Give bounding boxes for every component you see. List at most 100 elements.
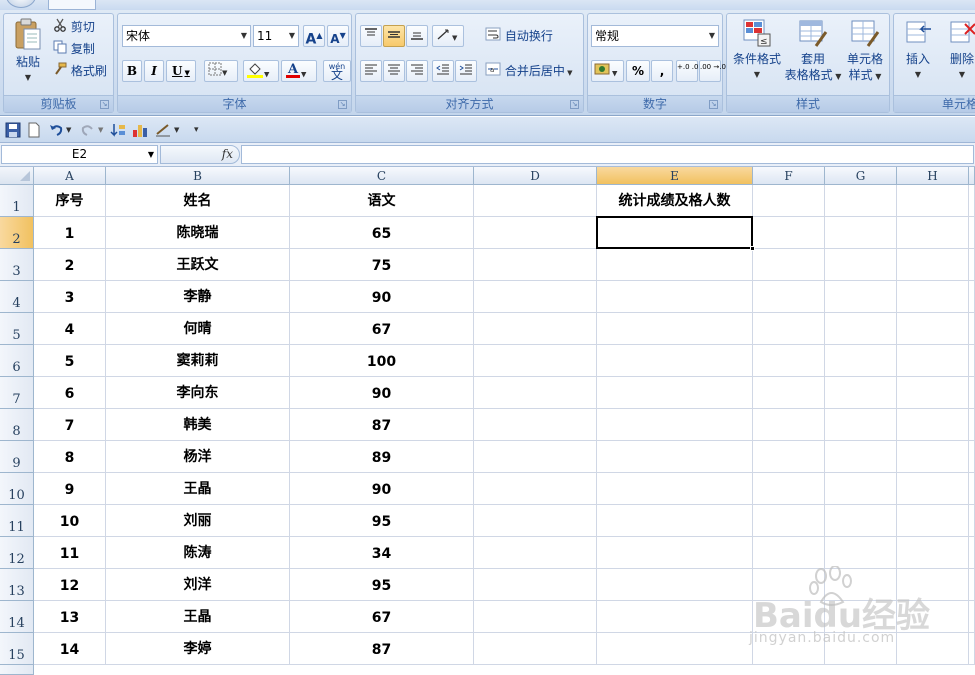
bold-button[interactable]: B	[122, 60, 142, 82]
formula-input[interactable]	[241, 145, 974, 164]
fill-color-dropdown-icon[interactable]: ▼	[264, 71, 269, 79]
cell-filler[interactable]	[969, 601, 975, 633]
align-top-button[interactable]	[360, 25, 382, 47]
cell-filler[interactable]	[969, 377, 975, 409]
cell-f2[interactable]	[753, 217, 825, 249]
cell-e12[interactable]	[597, 537, 753, 569]
decrease-decimal-button[interactable]: .00 →.0	[699, 60, 726, 82]
cell-c10[interactable]: 90	[290, 473, 474, 505]
cell-filler[interactable]	[969, 409, 975, 441]
cell-h14[interactable]	[897, 601, 969, 633]
cell-b4[interactable]: 李静	[106, 281, 290, 313]
cell-g10[interactable]	[825, 473, 897, 505]
cell-h8[interactable]	[897, 409, 969, 441]
row-header-6[interactable]: 6	[0, 345, 34, 377]
cell-h7[interactable]	[897, 377, 969, 409]
comma-button[interactable]: ,	[651, 60, 673, 82]
cell-g2[interactable]	[825, 217, 897, 249]
row-header-13[interactable]: 13	[0, 569, 34, 601]
row-header-3[interactable]: 3	[0, 249, 34, 281]
cell-b14[interactable]: 王晶	[106, 601, 290, 633]
align-bottom-button[interactable]	[406, 25, 428, 47]
row-header-10[interactable]: 10	[0, 473, 34, 505]
cell-a10[interactable]: 9	[34, 473, 106, 505]
row-header-12[interactable]: 12	[0, 537, 34, 569]
number-format-select[interactable]: 常规 ▼	[591, 25, 719, 47]
align-middle-button[interactable]	[383, 25, 405, 47]
cell-a7[interactable]: 6	[34, 377, 106, 409]
cell-e7[interactable]	[597, 377, 753, 409]
select-all-corner[interactable]	[0, 167, 34, 185]
cell-d14[interactable]	[474, 601, 597, 633]
cell-a12[interactable]: 11	[34, 537, 106, 569]
cell-c14[interactable]: 67	[290, 601, 474, 633]
cell-filler[interactable]	[969, 313, 975, 345]
merge-dropdown-icon[interactable]: ▼	[565, 69, 572, 77]
cell-f15[interactable]	[753, 633, 825, 665]
increase-indent-button[interactable]	[455, 60, 477, 82]
cell-h3[interactable]	[897, 249, 969, 281]
cell-a11[interactable]: 10	[34, 505, 106, 537]
cell-g3[interactable]	[825, 249, 897, 281]
cell-f8[interactable]	[753, 409, 825, 441]
cell-b7[interactable]: 李向东	[106, 377, 290, 409]
column-header-b[interactable]: B	[106, 167, 290, 185]
cell-h15[interactable]	[897, 633, 969, 665]
cell-g13[interactable]	[825, 569, 897, 601]
paste-button[interactable]: 粘贴 ▼	[8, 18, 48, 86]
cell-f9[interactable]	[753, 441, 825, 473]
cell-a8[interactable]: 7	[34, 409, 106, 441]
font-size-dropdown-icon[interactable]: ▼	[289, 26, 295, 46]
cell-h9[interactable]	[897, 441, 969, 473]
row-header-1[interactable]: 1	[0, 185, 34, 217]
customize-toolbar-icon[interactable]: ▾	[194, 122, 210, 138]
font-name-dropdown-icon[interactable]: ▼	[241, 26, 247, 46]
row-header-2[interactable]: 2	[0, 217, 34, 249]
font-size-select[interactable]: 11 ▼	[253, 25, 299, 47]
cell-b15[interactable]: 李婷	[106, 633, 290, 665]
cell-e1[interactable]: 统计成绩及格人数	[597, 185, 753, 217]
decrease-indent-button[interactable]	[432, 60, 454, 82]
orientation-button[interactable]: ▼	[432, 25, 464, 47]
currency-button[interactable]: ▼	[591, 60, 624, 82]
cell-h10[interactable]	[897, 473, 969, 505]
column-header-f[interactable]: F	[753, 167, 825, 185]
cell-d15[interactable]	[474, 633, 597, 665]
cell-a13[interactable]: 12	[34, 569, 106, 601]
cell-c2[interactable]: 65	[290, 217, 474, 249]
column-header-d[interactable]: D	[474, 167, 597, 185]
cell-filler[interactable]	[969, 537, 975, 569]
orientation-dropdown-icon[interactable]: ▼	[452, 34, 457, 42]
row-header-7[interactable]: 7	[0, 377, 34, 409]
new-file-icon[interactable]	[26, 122, 42, 138]
cell-h11[interactable]	[897, 505, 969, 537]
align-left-button[interactable]	[360, 60, 382, 82]
cell-h1[interactable]	[897, 185, 969, 217]
cell-a15[interactable]: 14	[34, 633, 106, 665]
cell-filler[interactable]	[969, 281, 975, 313]
row-header-9[interactable]: 9	[0, 441, 34, 473]
cell-b9[interactable]: 杨洋	[106, 441, 290, 473]
cell-d6[interactable]	[474, 345, 597, 377]
cell-d9[interactable]	[474, 441, 597, 473]
cell-e3[interactable]	[597, 249, 753, 281]
cell-d10[interactable]	[474, 473, 597, 505]
cell-g8[interactable]	[825, 409, 897, 441]
cell-filler[interactable]	[969, 633, 975, 665]
increase-decimal-button[interactable]: +.0 .00	[676, 60, 703, 82]
insert-cells-dropdown-icon[interactable]: ▼	[896, 67, 940, 83]
number-format-dropdown-icon[interactable]: ▼	[709, 26, 715, 46]
cell-f12[interactable]	[753, 537, 825, 569]
cell-f3[interactable]	[753, 249, 825, 281]
align-center-button[interactable]	[383, 60, 405, 82]
column-header-g[interactable]: G	[825, 167, 897, 185]
fill-color-button[interactable]: ▼	[243, 60, 279, 82]
borders-dropdown-icon[interactable]: ▼	[222, 69, 227, 77]
cell-f11[interactable]	[753, 505, 825, 537]
cell-e4[interactable]	[597, 281, 753, 313]
cell-b13[interactable]: 刘洋	[106, 569, 290, 601]
font-launcher-icon[interactable]: ↘	[338, 100, 347, 109]
copy-button[interactable]: 复制	[52, 38, 112, 60]
cell-d13[interactable]	[474, 569, 597, 601]
name-box-dropdown-icon[interactable]: ▼	[148, 146, 154, 163]
